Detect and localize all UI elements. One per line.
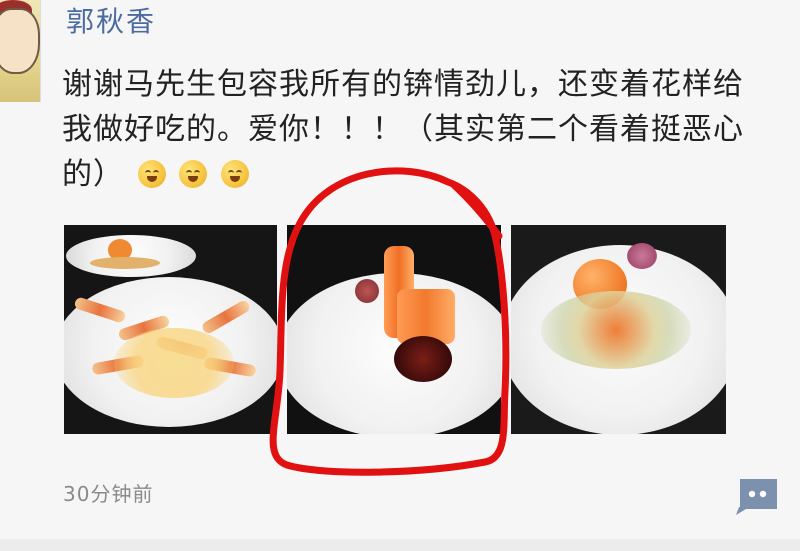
post-photo-1[interactable] [64,225,277,434]
plate [66,235,196,277]
comment-button[interactable] [732,478,778,516]
post-photo-2[interactable] [287,225,501,434]
moments-post: 郭秋香 谢谢马先生包容我所有的锛情劲儿，还变着花样给我做好吃的。爱你！！！（其实… [0,0,800,551]
vegetable-topping [541,291,691,369]
laugh-cry-emoji-icon [220,160,249,188]
flower-decoration [627,243,657,269]
sauce [394,336,452,382]
comment-dots-icon [736,479,777,515]
bottom-divider [0,539,800,551]
laugh-cry-emoji-icon [179,160,208,188]
food-base [90,257,160,269]
laugh-cry-emoji-icon [137,160,166,188]
avatar[interactable] [0,0,41,102]
avatar-face [0,8,40,74]
post-photo-3[interactable] [511,225,726,434]
username[interactable]: 郭秋香 [66,8,156,36]
garlic-topping [114,328,234,398]
post-text: 谢谢马先生包容我所有的锛情劲儿，还变着花样给我做好吃的。爱你！！！（其实第二个看… [62,62,762,197]
decorative-flower [355,279,379,303]
post-timestamp: 30分钟前 [63,482,154,506]
